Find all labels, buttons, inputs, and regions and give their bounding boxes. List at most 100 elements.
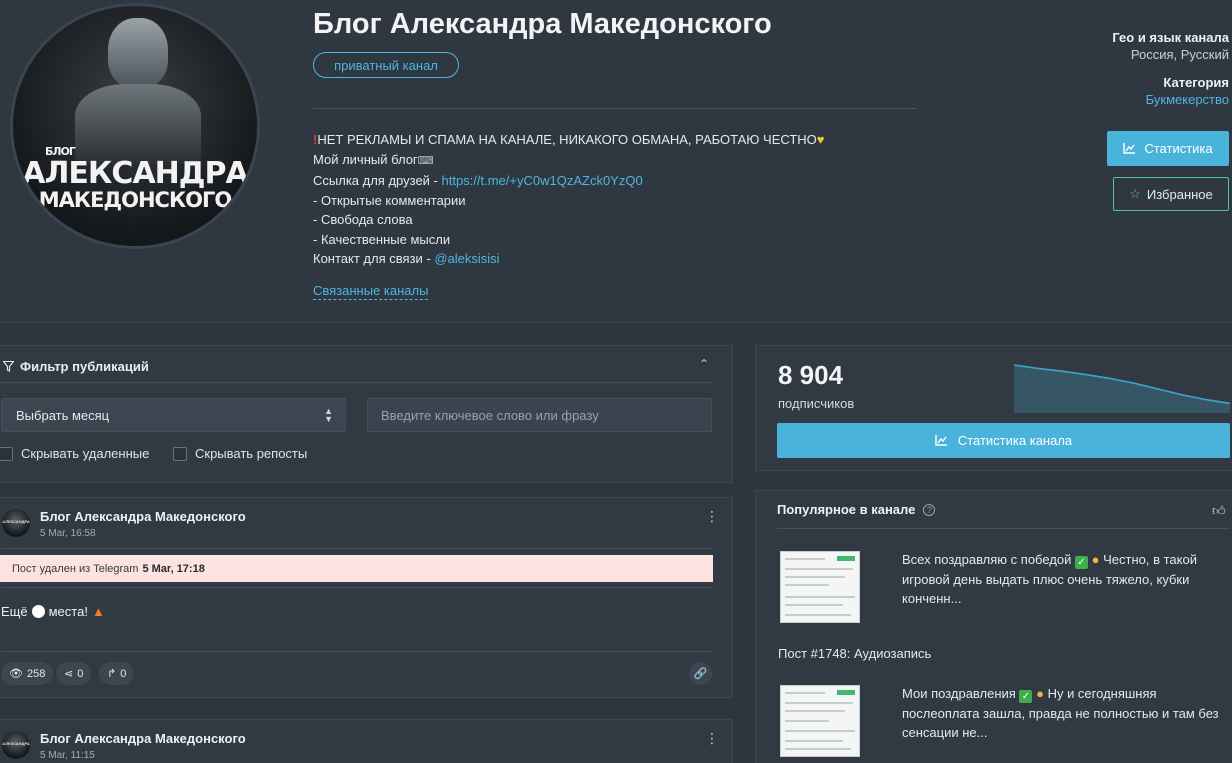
subscribers-area	[1014, 365, 1230, 413]
avatar-text-line2: АЛЕКСАНДРА	[22, 156, 248, 191]
share-icon: ⋖	[64, 668, 74, 680]
popular-title: Популярное в канале	[777, 502, 916, 517]
title-divider	[313, 108, 916, 109]
hide-deleted-checkbox[interactable]	[0, 446, 13, 461]
desc-line-7: Контакт для связи - @aleksisisi	[313, 251, 500, 266]
subscriber-count: 8 904	[778, 360, 844, 390]
channel-header: БЛОГ АЛЕКСАНДРА МАКЕДОНСКОГО Блог Алекса…	[0, 0, 1232, 323]
thumbnail-line	[785, 568, 853, 570]
post-divider	[1, 651, 712, 652]
post-avatar[interactable]: АЛЕКСАНДРА	[2, 509, 30, 537]
related-channels-link[interactable]: Связанные каналы	[313, 283, 429, 300]
post-date: 5 Mar, 16:58	[40, 528, 96, 539]
post-author[interactable]: Блог Александра Македонского	[40, 731, 246, 746]
forwards-counter[interactable]: ↱ 0	[99, 662, 135, 685]
private-channel-badge: приватный канал	[313, 52, 459, 78]
desc-line-1: !НЕТ РЕКЛАМЫ И СПАМА НА КАНАЛЕ, НИКАКОГО…	[313, 132, 825, 147]
post-author[interactable]: Блог Александра Македонского	[40, 509, 246, 524]
post-card: АЛЕКСАНДРА Блог Александра Македонского …	[0, 497, 733, 698]
channel-statistics-button[interactable]: Статистика канала	[777, 423, 1230, 458]
thumbnail-line	[785, 584, 829, 586]
avatar-text-line3: МАКЕДОНСКОГО	[38, 188, 232, 212]
chart-icon	[935, 435, 947, 446]
deleted-time: 5 Mar, 17:18	[142, 562, 205, 575]
select-arrows-icon: ▲ ▼	[324, 406, 333, 424]
thumbnail-line	[785, 576, 845, 578]
chart-icon	[1123, 143, 1136, 154]
category-label: Категория	[1163, 75, 1229, 90]
post-text: Ещё места! ▲	[1, 604, 105, 619]
popular-thumbnail[interactable]	[780, 685, 860, 757]
statistics-button-label: Статистика	[1144, 141, 1213, 156]
thumbnail-line	[785, 720, 829, 722]
hide-reposts-option[interactable]: Скрывать репосты	[173, 446, 307, 461]
contact-link[interactable]: @aleksisisi	[434, 251, 499, 266]
chevron-up-icon[interactable]: ⌃	[699, 357, 709, 371]
post-avatar[interactable]: АЛЕКСАНДРА	[2, 731, 30, 759]
views-counter[interactable]: 👁 258	[1, 662, 54, 685]
month-select[interactable]: Выбрать месяц ▲ ▼	[1, 398, 346, 432]
muscle-icon: ●	[1091, 552, 1100, 567]
post-divider	[1, 587, 712, 588]
more-options-icon[interactable]: ⋮	[705, 509, 719, 523]
white-circle-icon	[31, 605, 45, 618]
thumbnail-line	[785, 692, 825, 694]
shares-counter[interactable]: ⋖ 0	[56, 662, 92, 685]
invite-link[interactable]: https://t.me/+yC0w1QzAZck0YzQ0	[441, 173, 642, 188]
more-options-icon[interactable]: ⋮	[705, 731, 719, 745]
thumbnail-line	[785, 596, 855, 598]
desc-line-4: - Открытые комментарии	[313, 192, 466, 208]
keyword-search-input[interactable]	[367, 398, 712, 432]
popular-item-text[interactable]: Всех поздравляю с победой ✓ ● Честно, в …	[902, 550, 1222, 609]
filter-title: Фильтр публикаций	[20, 359, 149, 374]
hide-deleted-option[interactable]: Скрывать удаленные	[0, 446, 149, 461]
desc-line-3: Ссылка для друзей - https://t.me/+yC0w1Q…	[313, 173, 643, 188]
thumbnail-badge	[837, 690, 855, 695]
thumbnail-line	[785, 614, 851, 616]
thumbnail-line	[785, 740, 843, 742]
post-card: АЛЕКСАНДРА Блог Александра Македонского …	[0, 719, 733, 763]
eye-icon: 👁	[9, 668, 23, 680]
statistics-button[interactable]: Статистика	[1107, 131, 1229, 166]
geo-value: Россия, Русский	[1130, 47, 1229, 62]
channel-title: Блог Александра Македонского	[313, 8, 772, 40]
thumbnail-line	[785, 604, 843, 606]
muscle-icon: ●	[1036, 686, 1044, 701]
popular-audio-post[interactable]: Пост #1748: Аудиозапись	[778, 646, 931, 661]
popular-item-text[interactable]: Мои поздравления ✓ ● Ну и сегодняшняя по…	[902, 684, 1222, 743]
popular-thumbnail[interactable]	[780, 551, 860, 623]
geo-label: Гео и язык канала	[1112, 30, 1229, 45]
post-divider	[1, 548, 712, 549]
channel-avatar: БЛОГ АЛЕКСАНДРА МАКЕДОНСКОГО	[10, 3, 260, 249]
favorite-button[interactable]: ☆ Избранное	[1113, 177, 1229, 211]
favorite-button-label: Избранное	[1146, 186, 1213, 202]
month-select-value: Выбрать месяц	[16, 407, 110, 423]
filter-header[interactable]: Фильтр публикаций	[3, 359, 149, 374]
desc-line-6: - Качественные мысли	[313, 231, 451, 247]
popular-divider	[777, 528, 1230, 529]
popular-panel: Популярное в канале ? 👍︎ Всех поздравляю…	[755, 490, 1232, 763]
thumbnail-line	[785, 558, 825, 560]
thumbs-up-icon[interactable]: 👍︎	[1212, 503, 1226, 519]
desc-line-2: Мой личный блог⌨	[313, 151, 434, 167]
check-mark-icon: ✓	[1019, 690, 1033, 703]
filter-divider	[1, 382, 712, 383]
desc-line-5: - Свобода слова	[313, 212, 413, 227]
popular-header: Популярное в канале ?	[777, 502, 936, 517]
channel-description: !НЕТ РЕКЛАМЫ И СПАМА НА КАНАЛЕ, НИКАКОГО…	[313, 130, 825, 269]
check-mark-icon: ✓	[1075, 556, 1088, 569]
info-icon[interactable]: ?	[923, 503, 936, 516]
channel-meta: Гео и язык канала Россия, Русский Катего…	[1112, 29, 1229, 108]
thumbnail-line	[785, 748, 851, 750]
hide-reposts-checkbox[interactable]	[173, 446, 187, 461]
category-link[interactable]: Букмекерство	[1146, 92, 1229, 107]
subscribers-panel: 8 904 подписчиков Статистика канала	[755, 345, 1232, 471]
filter-icon	[3, 361, 14, 372]
thumbnail-badge	[837, 556, 855, 561]
keyboard-icon: ⌨	[417, 154, 434, 167]
thumbnail-line	[785, 702, 853, 704]
link-icon[interactable]: 🔗	[689, 662, 712, 685]
post-date: 5 Mar, 11:15	[40, 750, 95, 761]
star-icon: ☆	[1129, 186, 1141, 201]
thumbnail-line	[785, 730, 855, 732]
